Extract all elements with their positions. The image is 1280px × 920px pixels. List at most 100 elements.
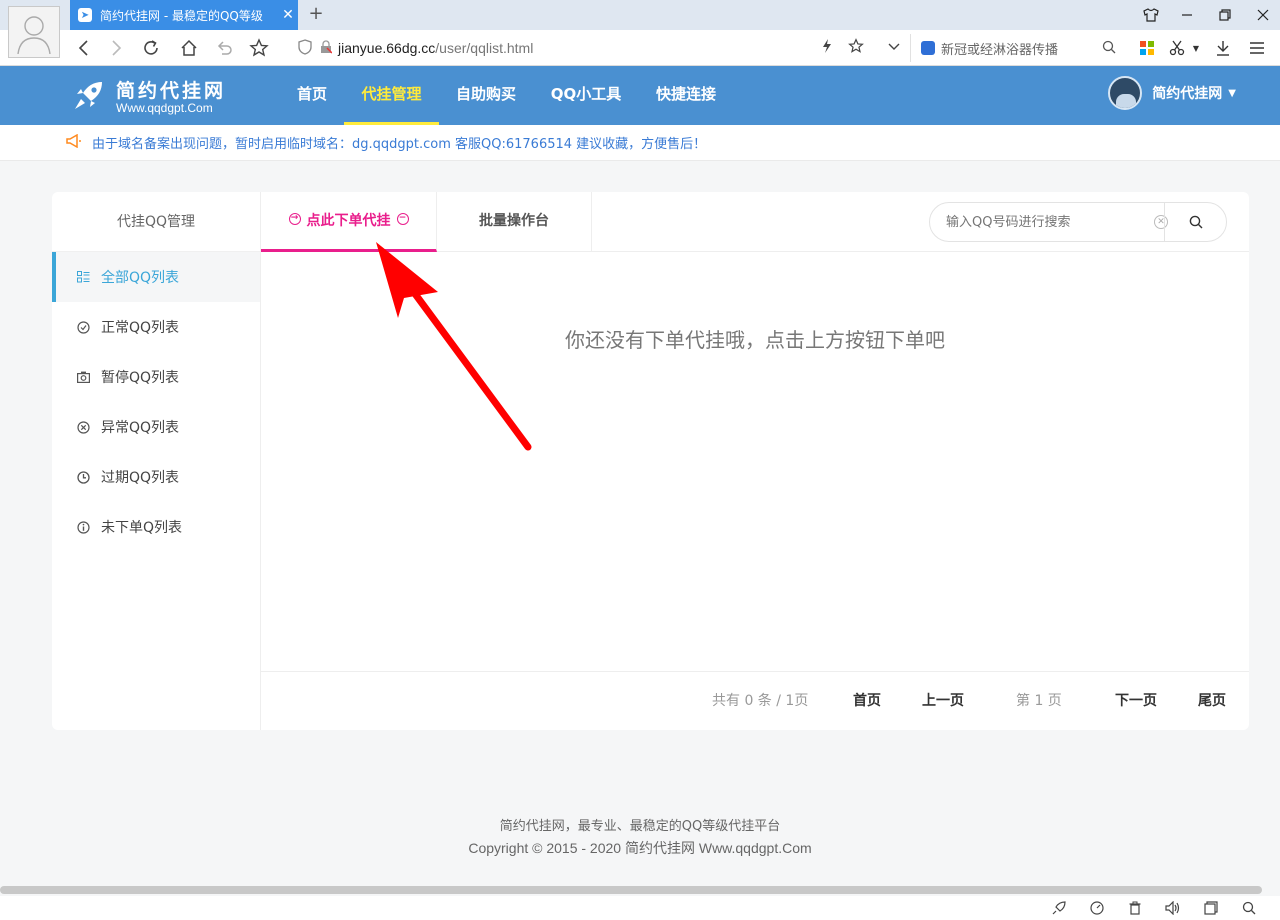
browser-tab-active[interactable]: ➤ 简约代挂网 - 最稳定的QQ等级 ✕ bbox=[70, 0, 298, 30]
tab-strip: → 点此下单代挂− 批量操作台 ✕ bbox=[261, 192, 1249, 252]
caret-down-icon: ▼ bbox=[1228, 87, 1236, 99]
x-circle-icon bbox=[76, 420, 90, 434]
browser-address-bar: jianyue.66dg.cc/user/qqlist.html 新冠或经淋浴器… bbox=[0, 30, 1280, 66]
home-icon[interactable] bbox=[176, 35, 202, 61]
search-icon bbox=[1189, 215, 1202, 229]
shirt-skin-icon[interactable] bbox=[1134, 0, 1168, 30]
browser-status-bar bbox=[0, 896, 1280, 920]
minus-circle-icon: − bbox=[396, 213, 409, 225]
sidebar-item-label: 未下单Q列表 bbox=[101, 520, 183, 536]
menu-icon[interactable] bbox=[1246, 38, 1268, 58]
pagination-first[interactable]: 首页 bbox=[853, 672, 881, 731]
sidebar-title: 代挂QQ管理 bbox=[52, 192, 260, 252]
reload-icon[interactable] bbox=[138, 35, 164, 61]
content-card: 代挂QQ管理 全部QQ列表 正常QQ列表 暂停QQ列表 异常QQ列表 过期QQ列… bbox=[52, 192, 1249, 730]
forward-icon[interactable] bbox=[104, 35, 130, 61]
sidebar-item-label: 暂停QQ列表 bbox=[101, 370, 180, 386]
pagination: 共有 0 条 / 1页 首页 上一页 第 1 页 下一页 尾页 bbox=[261, 671, 1249, 730]
restore-icon[interactable] bbox=[1208, 0, 1242, 30]
footer-tagline: 简约代挂网，最专业、最稳定的QQ等级代挂平台 bbox=[499, 819, 781, 834]
back-icon[interactable] bbox=[70, 35, 96, 61]
info-circle-icon bbox=[76, 520, 90, 534]
apps-grid-icon[interactable] bbox=[1136, 38, 1158, 58]
notice-bar: 由于域名备案出现问题，暂时启用临时域名：dg.qqdgpt.com 客服QQ:6… bbox=[0, 125, 1280, 161]
qq-search-input[interactable] bbox=[944, 203, 1144, 241]
nav-quick-links[interactable]: 快捷连接 bbox=[647, 66, 725, 125]
pagination-last[interactable]: 尾页 bbox=[1198, 672, 1226, 731]
lightning-icon[interactable] bbox=[822, 38, 832, 58]
url-field[interactable]: jianyue.66dg.cc/user/qqlist.html bbox=[288, 34, 908, 62]
sidebar-item-label: 过期QQ列表 bbox=[101, 470, 180, 486]
browser-tab-bar: ➤ 简约代挂网 - 最稳定的QQ等级 ✕ + bbox=[0, 0, 1280, 30]
download-icon[interactable] bbox=[1212, 38, 1234, 58]
tab-batch-operations[interactable]: 批量操作台 bbox=[437, 192, 592, 252]
bookmark-star-icon[interactable] bbox=[848, 38, 864, 58]
speaker-icon[interactable] bbox=[1164, 899, 1182, 917]
clock-icon bbox=[76, 470, 90, 484]
url-host: jianyue.66dg.cc bbox=[338, 40, 436, 56]
scissors-icon[interactable] bbox=[1166, 38, 1188, 58]
camera-icon bbox=[76, 370, 90, 384]
trash-icon[interactable] bbox=[1126, 899, 1144, 917]
sidebar-item-expired[interactable]: 过期QQ列表 bbox=[52, 452, 260, 502]
sidebar-item-label: 正常QQ列表 bbox=[101, 320, 180, 336]
main-panel: → 点此下单代挂− 批量操作台 ✕ 你还没有下单代挂哦，点击上方按钮下单吧 共有 … bbox=[261, 192, 1249, 730]
site-header: 简约代挂网 Www.qqdgpt.Com 首页 代挂管理 自助购买 QQ小工具 … bbox=[0, 66, 1280, 125]
search-button[interactable] bbox=[1164, 203, 1226, 241]
arrow-circle-icon: → bbox=[288, 213, 301, 225]
pagination-current: 第 1 页 bbox=[1016, 693, 1062, 709]
pagination-next[interactable]: 下一页 bbox=[1115, 672, 1157, 731]
nav-qq-tools[interactable]: QQ小工具 bbox=[541, 66, 631, 125]
window-icon[interactable] bbox=[1202, 899, 1220, 917]
qq-search: ✕ bbox=[929, 202, 1227, 242]
undo-close-icon[interactable] bbox=[212, 35, 238, 61]
sidebar-item-normal[interactable]: 正常QQ列表 bbox=[52, 302, 260, 352]
new-tab-button[interactable]: + bbox=[306, 4, 326, 24]
favorite-star-icon[interactable] bbox=[246, 35, 272, 61]
url-path: /user/qqlist.html bbox=[435, 40, 534, 56]
megaphone-icon bbox=[66, 133, 82, 152]
window-close-icon[interactable] bbox=[1246, 0, 1280, 30]
insecure-lock-icon bbox=[320, 39, 333, 57]
logo-subtitle: Www.qqdgpt.Com bbox=[116, 101, 213, 115]
pagination-prev[interactable]: 上一页 bbox=[922, 672, 964, 731]
nav-self-purchase[interactable]: 自助购买 bbox=[447, 66, 525, 125]
tab-place-order[interactable]: → 点此下单代挂 − bbox=[261, 192, 437, 252]
sidebar: 代挂QQ管理 全部QQ列表 正常QQ列表 暂停QQ列表 异常QQ列表 过期QQ列… bbox=[52, 192, 261, 730]
notice-text: 由于域名备案出现问题，暂时启用临时域名：dg.qqdgpt.com 客服QQ:6… bbox=[92, 137, 707, 152]
zoom-search-icon[interactable] bbox=[1240, 899, 1258, 917]
baidu-paw-icon bbox=[921, 41, 935, 55]
rocket-logo-icon[interactable] bbox=[72, 78, 106, 112]
nav-daigua-manage[interactable]: 代挂管理 bbox=[344, 66, 439, 125]
chevron-down-icon[interactable] bbox=[888, 38, 900, 58]
tab-close-icon[interactable]: ✕ bbox=[278, 7, 298, 23]
username: 简约代挂网 bbox=[1152, 86, 1223, 102]
sidebar-item-label: 异常QQ列表 bbox=[101, 420, 180, 436]
browser-tab-title: 简约代挂网 - 最稳定的QQ等级 bbox=[100, 8, 263, 23]
check-circle-icon bbox=[76, 320, 90, 334]
footer-copyright: Copyright © 2015 - 2020 简约代挂网 Www.qqdgpt… bbox=[468, 840, 812, 856]
shield-icon bbox=[298, 38, 312, 58]
sidebar-item-all[interactable]: 全部QQ列表 bbox=[52, 252, 260, 302]
grid-list-icon bbox=[76, 270, 90, 284]
minimize-icon[interactable] bbox=[1170, 0, 1204, 30]
scissors-dropdown-icon[interactable]: ▼ bbox=[1190, 38, 1202, 58]
rocket-favicon-icon: ➤ bbox=[78, 8, 92, 22]
user-menu[interactable]: 简约代挂网 ▼ bbox=[1108, 76, 1236, 110]
sidebar-item-unordered[interactable]: 未下单Q列表 bbox=[52, 502, 260, 552]
empty-state-text: 你还没有下单代挂哦，点击上方按钮下单吧 bbox=[565, 328, 945, 352]
sidebar-item-paused[interactable]: 暂停QQ列表 bbox=[52, 352, 260, 402]
tab-place-order-label: 点此下单代挂 bbox=[306, 213, 391, 229]
browser-search-box[interactable]: 新冠或经淋浴器传播 bbox=[910, 34, 1124, 62]
speed-gauge-icon[interactable] bbox=[1088, 899, 1106, 917]
rocket-speedup-icon[interactable] bbox=[1050, 899, 1068, 917]
magnifier-icon[interactable] bbox=[1102, 40, 1116, 58]
sidebar-item-label: 全部QQ列表 bbox=[101, 270, 180, 286]
avatar bbox=[1108, 76, 1143, 110]
logo-title[interactable]: 简约代挂网 bbox=[116, 76, 226, 103]
profile-thumbnail[interactable] bbox=[8, 6, 60, 58]
nav-home[interactable]: 首页 bbox=[288, 66, 336, 125]
pagination-total: 共有 0 条 / 1页 bbox=[712, 693, 809, 709]
sidebar-item-abnormal[interactable]: 异常QQ列表 bbox=[52, 402, 260, 452]
horizontal-scrollbar[interactable] bbox=[0, 886, 1262, 894]
